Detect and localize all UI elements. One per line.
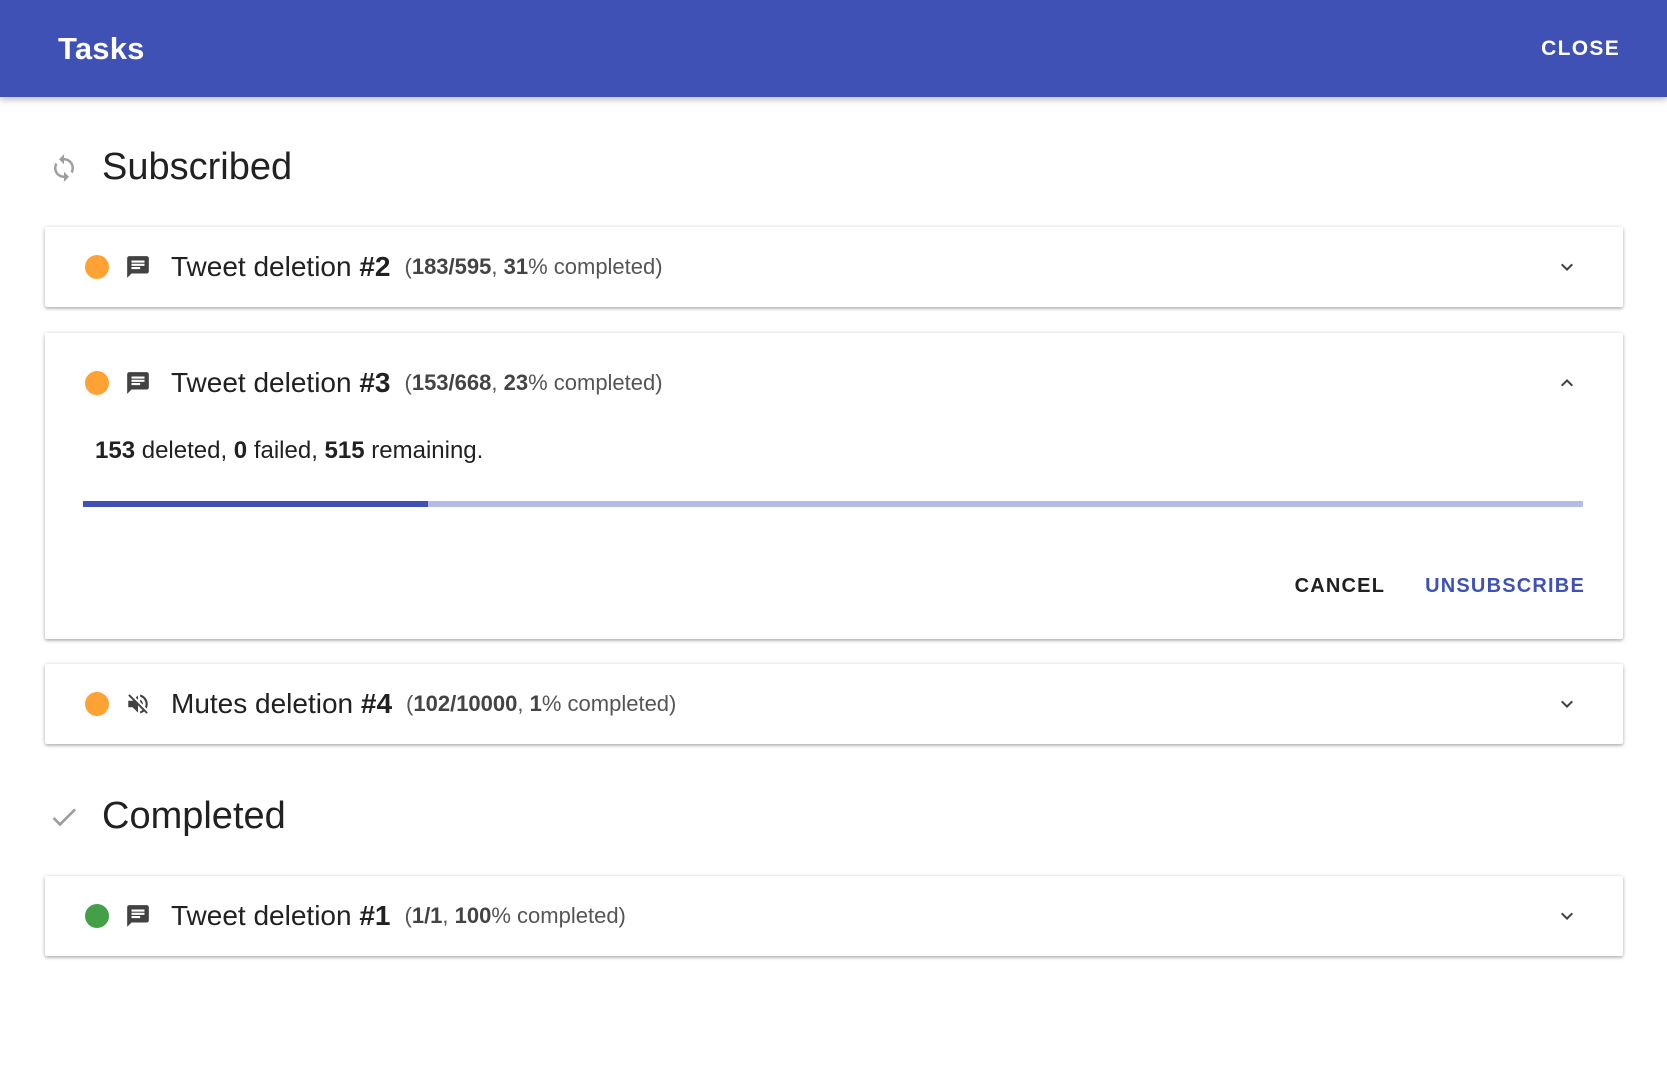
app-title: Tasks bbox=[58, 30, 145, 66]
check-icon bbox=[48, 801, 80, 833]
volume-off-icon bbox=[125, 691, 151, 717]
chevron-up-icon[interactable] bbox=[1555, 371, 1579, 395]
task-panel-3: Tweet deletion #3 (153/668, 23% complete… bbox=[45, 333, 1623, 639]
chevron-down-icon[interactable] bbox=[1555, 904, 1579, 928]
task-panel-2: Tweet deletion #2 (183/595, 31% complete… bbox=[45, 227, 1623, 307]
section-completed: Completed bbox=[48, 795, 286, 838]
task-panel-4: Mutes deletion #4 (102/10000, 1% complet… bbox=[45, 664, 1623, 744]
close-button[interactable]: CLOSE bbox=[1541, 37, 1620, 61]
progress-bar-fill bbox=[83, 501, 428, 507]
progress-bar bbox=[83, 501, 1583, 507]
status-dot-completed bbox=[85, 904, 109, 928]
task-title: Mutes deletion #4 bbox=[171, 688, 393, 719]
task-title: Tweet deletion #3 bbox=[171, 367, 391, 398]
message-icon bbox=[125, 254, 151, 280]
app-bar: Tasks CLOSE bbox=[0, 0, 1667, 97]
task-details: 153 deleted, 0 failed, 515 remaining. CA… bbox=[45, 437, 1623, 628]
status-dot-in-progress bbox=[85, 692, 109, 716]
task-progress-text: (183/595, 31% completed) bbox=[404, 254, 663, 279]
task-panel-header[interactable]: Tweet deletion #1 (1/1, 100% completed) bbox=[45, 876, 1623, 956]
chevron-down-icon[interactable] bbox=[1555, 255, 1579, 279]
task-panel-1: Tweet deletion #1 (1/1, 100% completed) bbox=[45, 876, 1623, 956]
message-icon bbox=[125, 370, 151, 396]
task-title: Tweet deletion #1 bbox=[171, 900, 391, 931]
section-title-subscribed: Subscribed bbox=[102, 146, 293, 188]
task-summary: 153 deleted, 0 failed, 515 remaining. bbox=[95, 437, 484, 464]
task-actions: CANCEL UNSUBSCRIBE bbox=[83, 567, 1585, 628]
section-title-completed: Completed bbox=[102, 795, 286, 837]
status-dot-in-progress bbox=[85, 371, 109, 395]
cancel-button[interactable]: CANCEL bbox=[1295, 567, 1386, 606]
section-subscribed: Subscribed bbox=[48, 146, 292, 189]
task-panel-header[interactable]: Tweet deletion #2 (183/595, 31% complete… bbox=[45, 227, 1623, 307]
sync-icon bbox=[48, 152, 80, 184]
task-progress-text: (153/668, 23% completed) bbox=[404, 370, 663, 395]
task-panel-header[interactable]: Mutes deletion #4 (102/10000, 1% complet… bbox=[45, 664, 1623, 744]
task-title: Tweet deletion #2 bbox=[171, 251, 391, 282]
task-progress-text: (102/10000, 1% completed) bbox=[406, 691, 677, 716]
task-panel-header[interactable]: Tweet deletion #3 (153/668, 23% complete… bbox=[45, 333, 1623, 433]
task-progress-text: (1/1, 100% completed) bbox=[404, 903, 626, 928]
message-icon bbox=[125, 903, 151, 929]
chevron-down-icon[interactable] bbox=[1555, 692, 1579, 716]
unsubscribe-button[interactable]: UNSUBSCRIBE bbox=[1425, 567, 1585, 606]
status-dot-in-progress bbox=[85, 255, 109, 279]
